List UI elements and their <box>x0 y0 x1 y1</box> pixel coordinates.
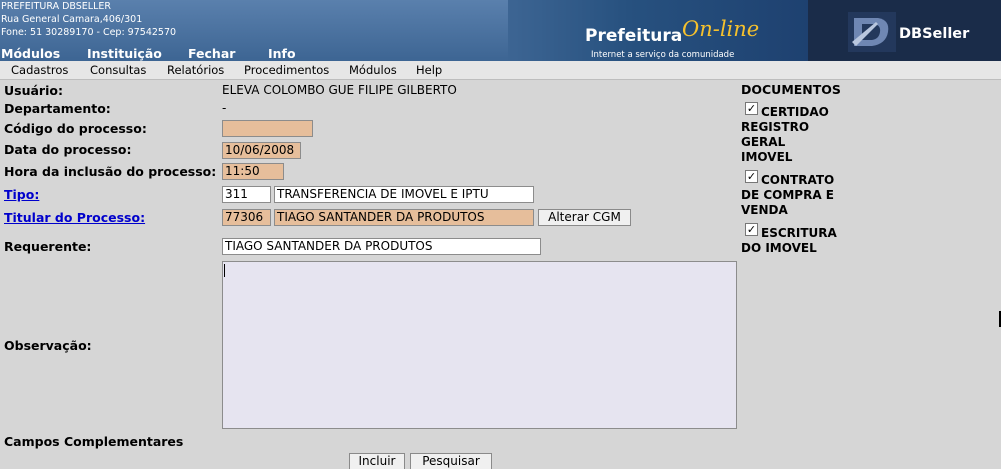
alterar-cgm-button[interactable]: Alterar CGM <box>538 209 631 226</box>
observacao-label: Observação: <box>4 338 92 353</box>
incluir-button[interactable]: Incluir <box>349 453 405 469</box>
logo-tagline: Internet a serviço da comunidade <box>591 50 735 60</box>
dbseller-logo-icon <box>848 12 896 52</box>
prefeitura-online-logo: Prefeitura On-line Internet a serviço da… <box>585 17 775 61</box>
departamento-value: - <box>222 101 227 115</box>
dbseller-logo-text: DBSeller <box>899 26 970 42</box>
logo-main-text: Prefeitura <box>585 26 683 46</box>
tipo-description-field: TRANSFERENCIA DE IMOVEL E IPTU <box>274 186 534 203</box>
menu-modulos[interactable]: Módulos <box>349 63 397 77</box>
top-menu-instituicao[interactable]: Instituição <box>87 46 162 61</box>
escritura-label: ESCRITURA DO IMOVEL <box>741 226 837 255</box>
contrato-label: CONTRATO DE COMPRA E VENDA <box>741 173 835 217</box>
org-address: Rua General Camara,406/301 <box>1 14 143 25</box>
data-processo-label: Data do processo: <box>4 142 132 157</box>
titular-name-field: TIAGO SANTANDER DA PRODUTOS <box>274 209 534 226</box>
menu-help[interactable]: Help <box>416 63 442 77</box>
top-menu-fechar[interactable]: Fechar <box>188 46 235 61</box>
menu-cadastros[interactable]: Cadastros <box>11 63 68 77</box>
data-processo-field: 10/06/2008 <box>222 142 301 159</box>
observacao-textarea[interactable] <box>222 261 737 429</box>
pesquisar-button[interactable]: Pesquisar <box>410 453 492 469</box>
menu-consultas[interactable]: Consultas <box>90 63 146 77</box>
org-phone: Fone: 51 30289170 - Cep: 97542570 <box>1 27 177 38</box>
app-header: PREFEITURA DBSELLER Rua General Camara,4… <box>0 0 1001 61</box>
top-menu-info[interactable]: Info <box>268 46 296 61</box>
titular-code-field: 77306 <box>222 209 271 226</box>
departamento-label: Departamento: <box>4 101 111 116</box>
usuario-value: ELEVA COLOMBO GUE FILIPE GILBERTO <box>222 83 457 97</box>
tipo-link[interactable]: Tipo: <box>4 187 39 202</box>
hora-inclusao-field: 11:50 <box>222 163 284 180</box>
top-menu-modulos[interactable]: Módulos <box>1 46 60 61</box>
certidao-label: CERTIDAO REGISTRO GERAL IMOVEL <box>741 105 829 164</box>
tipo-code-input[interactable]: 311 <box>222 186 271 203</box>
dbseller-logo: DBSeller <box>848 12 998 52</box>
titular-processo-link[interactable]: Titular do Processo: <box>4 210 145 225</box>
requerente-input[interactable]: TIAGO SANTANDER DA PRODUTOS <box>222 238 541 255</box>
requerente-label: Requerente: <box>4 239 92 254</box>
menu-relatorios[interactable]: Relatórios <box>167 63 224 77</box>
documentos-title: DOCUMENTOS <box>741 82 841 97</box>
usuario-label: Usuário: <box>4 83 63 98</box>
campos-complementares-label: Campos Complementares <box>4 434 184 449</box>
hora-inclusao-label: Hora da inclusão do processo: <box>4 164 217 179</box>
org-name: PREFEITURA DBSELLER <box>1 1 111 12</box>
menu-bar: Cadastros Consultas Relatórios Procedime… <box>0 61 1001 80</box>
text-caret <box>224 264 225 277</box>
codigo-processo-label: Código do processo: <box>4 121 147 136</box>
codigo-processo-field <box>222 120 313 137</box>
logo-online-text: On-line <box>682 17 760 41</box>
menu-procedimentos[interactable]: Procedimentos <box>244 63 329 77</box>
